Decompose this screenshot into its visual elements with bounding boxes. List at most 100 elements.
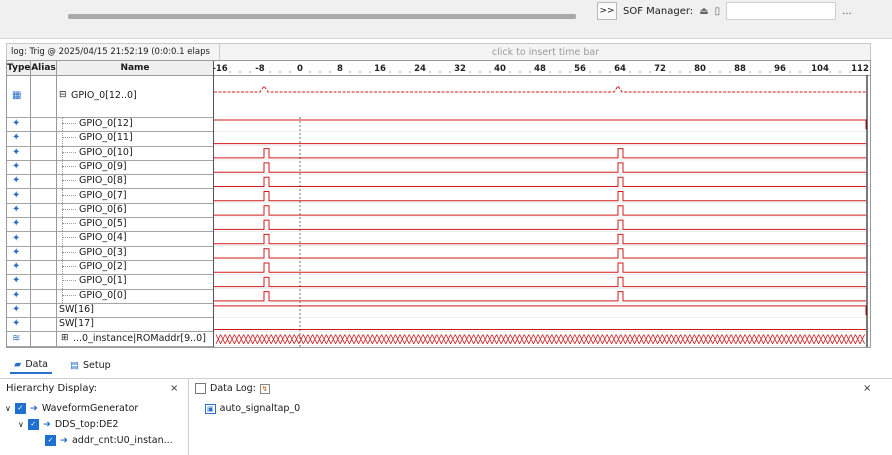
signal-name-cell[interactable]: GPIO_0[0]	[57, 288, 214, 303]
signal-type-cell[interactable]: ✦	[7, 159, 31, 175]
tab-data[interactable]: ▰ Data	[10, 356, 52, 374]
waveform-display[interactable]	[214, 61, 870, 347]
signal-alias-cell[interactable]	[30, 188, 57, 203]
signal-name-cell[interactable]: ⊟ GPIO_0[12..0]	[57, 75, 214, 117]
signal-type-cell[interactable]: ✦	[7, 260, 31, 275]
data-log-checkbox[interactable]	[195, 383, 206, 394]
close-icon[interactable]: ×	[863, 383, 871, 394]
signal-name-cell[interactable]: GPIO_0[1]	[57, 274, 214, 289]
signal-name-cell[interactable]: SW[17]	[57, 317, 214, 331]
tab-setup[interactable]: ▤ Setup	[66, 356, 115, 374]
signal-name-cell[interactable]: GPIO_0[4]	[57, 231, 214, 246]
expand-toggle[interactable]: ⊞	[61, 332, 69, 345]
signal-name-cell[interactable]: GPIO_0[6]	[57, 202, 214, 218]
name-column-header[interactable]: Name	[57, 61, 213, 76]
signal-row[interactable]: ✦ SW[16]	[7, 302, 214, 319]
signal-type-icon: ≋	[12, 332, 21, 344]
signal-name-cell[interactable]: GPIO_0[12]	[57, 117, 214, 132]
signal-type-cell[interactable]: ✦	[7, 145, 31, 160]
close-icon[interactable]: ×	[170, 383, 178, 394]
signal-alias-cell[interactable]	[30, 302, 57, 318]
signal-name-cell[interactable]: GPIO_0[2]	[57, 260, 214, 275]
signal-alias-cell[interactable]	[30, 75, 57, 117]
signal-row[interactable]: ▦ ⊟ GPIO_0[12..0]	[7, 75, 214, 118]
signal-alias-cell[interactable]	[30, 145, 57, 160]
signal-type-cell[interactable]: ≋	[7, 331, 31, 346]
signal-name-cell[interactable]: GPIO_0[3]	[57, 245, 214, 260]
log-item-label: auto_signaltap_0	[219, 403, 301, 414]
signal-alias-cell[interactable]	[30, 202, 57, 218]
log-item[interactable]: ▣ auto_signaltap_0	[205, 403, 300, 414]
signal-row[interactable]: ≋ ⊞ ...0_instance|ROMaddr[9..0]	[7, 331, 214, 347]
checkbox[interactable]: ✓	[45, 435, 56, 446]
signal-row[interactable]: ✦ GPIO_0[9]	[7, 159, 214, 176]
signal-row[interactable]: ✦ GPIO_0[0]	[7, 288, 214, 304]
signal-type-cell[interactable]: ✦	[7, 202, 31, 218]
signal-row[interactable]: ✦ GPIO_0[12]	[7, 117, 214, 133]
horizontal-scrollbar[interactable]	[68, 14, 576, 19]
tree-item[interactable]: ∨ ✓ ➜ WaveformGenerator	[5, 403, 138, 414]
signal-alias-cell[interactable]	[30, 331, 57, 346]
sof-file-input[interactable]	[726, 2, 837, 20]
signal-row[interactable]: ✦ GPIO_0[6]	[7, 202, 214, 219]
checkbox[interactable]: ✓	[27, 419, 39, 430]
signal-type-cell[interactable]: ✦	[7, 302, 31, 318]
signal-row[interactable]: ✦ GPIO_0[3]	[7, 245, 214, 261]
signal-type-cell[interactable]: ✦	[7, 131, 31, 146]
signal-alias-cell[interactable]	[30, 159, 57, 175]
signal-row[interactable]: ✦ GPIO_0[1]	[7, 274, 214, 290]
browse-button[interactable]: ...	[842, 6, 852, 17]
signal-name-cell[interactable]: GPIO_0[11]	[57, 131, 214, 146]
expand-button[interactable]: >>	[597, 2, 617, 20]
signal-alias-cell[interactable]	[30, 245, 57, 260]
signal-name-cell[interactable]: GPIO_0[5]	[57, 217, 214, 232]
expand-toggle[interactable]: ⊟	[59, 89, 67, 102]
signal-type-cell[interactable]: ✦	[7, 117, 31, 132]
signal-row[interactable]: ✦ GPIO_0[4]	[7, 231, 214, 247]
signal-name-cell[interactable]: ⊞ ...0_instance|ROMaddr[9..0]	[57, 332, 214, 346]
signal-type-icon: ✦	[12, 132, 21, 144]
tree-item[interactable]: ✓ ➜ addr_cnt:U0_instan...	[45, 435, 173, 446]
signal-alias-cell[interactable]	[30, 174, 57, 189]
signal-row[interactable]: ✦ GPIO_0[7]	[7, 188, 214, 204]
signal-name-cell[interactable]: GPIO_0[9]	[57, 159, 214, 175]
signal-type-cell[interactable]: ✦	[7, 245, 31, 260]
signal-row[interactable]: ✦ GPIO_0[8]	[7, 174, 214, 190]
signal-name-cell[interactable]: GPIO_0[8]	[57, 174, 214, 189]
signal-type-cell[interactable]: ✦	[7, 288, 31, 303]
signal-row[interactable]: ✦ SW[17]	[7, 317, 214, 333]
signal-type-cell[interactable]: ✦	[7, 231, 31, 246]
signal-type-cell[interactable]: ✦	[7, 174, 31, 189]
signal-name-cell[interactable]: SW[16]	[57, 303, 214, 317]
chevron-down-icon[interactable]: ∨	[5, 404, 11, 413]
signal-alias-cell[interactable]	[30, 131, 57, 146]
log-file-icon[interactable]: ↯	[259, 383, 270, 394]
chevron-down-icon[interactable]: ∨	[18, 420, 24, 429]
checkbox[interactable]: ✓	[14, 403, 26, 414]
signal-alias-cell[interactable]	[30, 217, 57, 232]
signal-type-cell[interactable]: ✦	[7, 217, 31, 232]
signal-row[interactable]: ✦ GPIO_0[11]	[7, 131, 214, 147]
signal-name-cell[interactable]: GPIO_0[7]	[57, 188, 214, 203]
signal-alias-cell[interactable]	[30, 288, 57, 303]
signal-type-cell[interactable]: ▦	[7, 75, 31, 117]
signal-row[interactable]: ✦ GPIO_0[2]	[7, 260, 214, 276]
time-bar-area[interactable]: click to insert time bar	[219, 44, 871, 61]
signal-row[interactable]: ✦ GPIO_0[10]	[7, 145, 214, 161]
signal-type-cell[interactable]: ✦	[7, 274, 31, 289]
program-icon[interactable]: ⏏	[699, 6, 708, 17]
signal-type-cell[interactable]: ✦	[7, 317, 31, 332]
signal-alias-cell[interactable]	[30, 260, 57, 275]
signal-row[interactable]: ✦ GPIO_0[5]	[7, 217, 214, 233]
tree-item[interactable]: ∨ ✓ ➜ DDS_top:DE2	[18, 419, 118, 430]
attach-icon[interactable]: ▯	[715, 6, 721, 17]
signal-alias-cell[interactable]	[30, 117, 57, 132]
signal-type-cell[interactable]: ✦	[7, 188, 31, 203]
signal-alias-cell[interactable]	[30, 231, 57, 246]
signal-alias-cell[interactable]	[30, 274, 57, 289]
type-column-header[interactable]: Type	[7, 61, 31, 76]
alias-column-header[interactable]: Alias	[31, 61, 57, 76]
signal-alias-cell[interactable]	[30, 317, 57, 332]
signal-name-cell[interactable]: GPIO_0[10]	[57, 145, 214, 160]
signal-name: GPIO_0[1]	[79, 275, 127, 287]
